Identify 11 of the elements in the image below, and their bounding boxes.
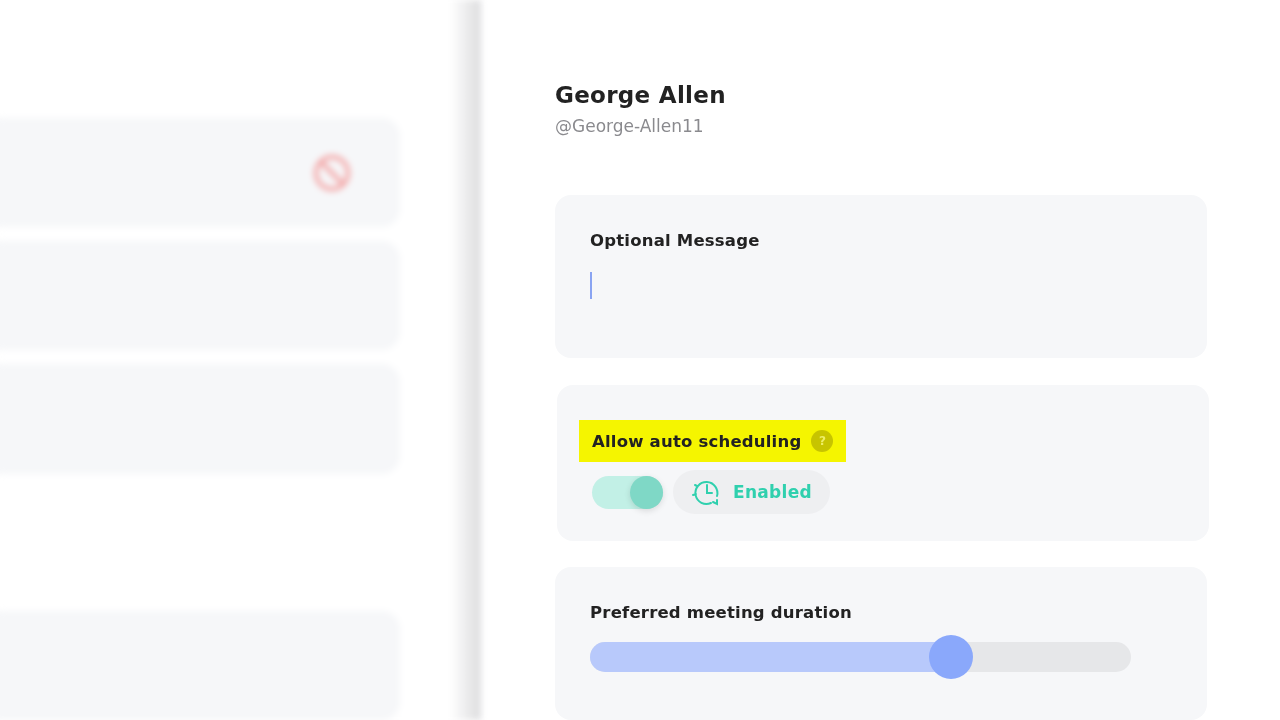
message-label: Optional Message (590, 231, 761, 250)
blocked-icon (312, 152, 352, 193)
duration-label: Preferred meeting duration (590, 603, 853, 623)
scheduling-toggle[interactable] (592, 475, 663, 509)
message-field[interactable]: Optional Message (555, 195, 1207, 359)
profile-name: George Allen (555, 82, 727, 108)
scheduling-label: Allow auto scheduling (592, 431, 802, 451)
text-cursor (590, 272, 592, 299)
profile-handle: @George-Allen11 (555, 116, 705, 136)
status-text: Enabled (733, 482, 812, 503)
duration-slider[interactable] (590, 635, 1131, 680)
